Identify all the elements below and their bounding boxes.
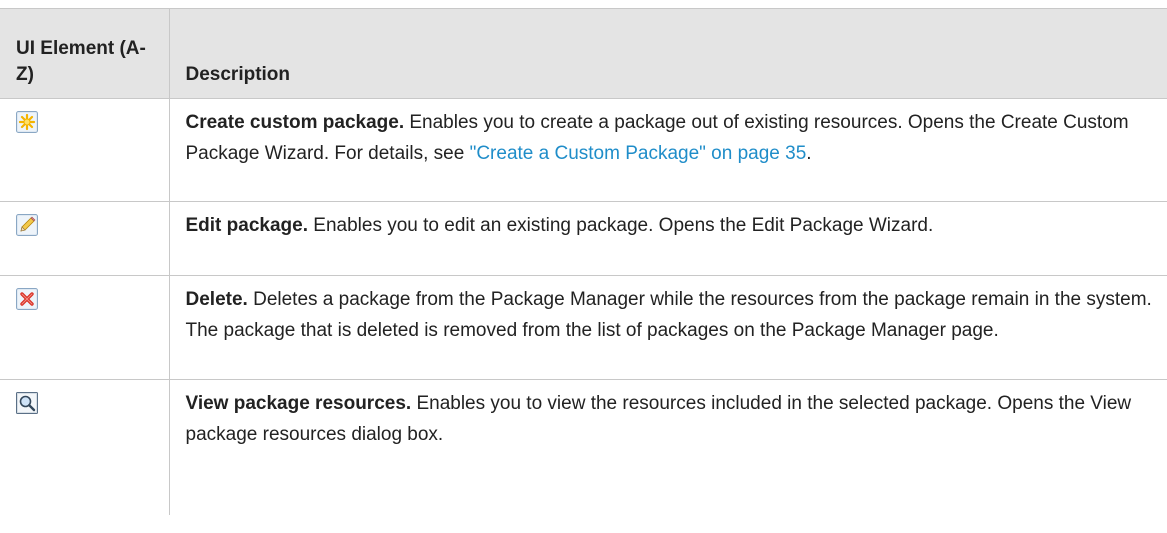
header-ui-element: UI Element (A-Z) [0,8,170,99]
header-description: Description [169,8,1167,99]
description-cell: Delete. Deletes a package from the Packa… [169,275,1167,380]
table-row: Edit package. Enables you to edit an exi… [0,201,1167,276]
element-term: Edit package. [185,215,309,236]
magnifier-view-icon [16,392,38,414]
icon-cell [0,275,170,380]
element-term: Delete. [185,289,248,310]
description-cell: Create custom package. Enables you to cr… [169,98,1167,202]
ui-elements-table: UI Element (A-Z) Description Create cust… [0,8,1167,515]
red-x-delete-icon [16,288,38,310]
description-cell: View package resources. Enables you to v… [169,379,1167,515]
pencil-edit-icon [16,214,38,236]
table-header-row: UI Element (A-Z) Description [0,8,1167,99]
table-row: View package resources. Enables you to v… [0,379,1167,515]
element-description: Enables you to edit an existing package.… [308,215,934,236]
element-term: Create custom package. [185,112,405,133]
new-star-icon [16,111,38,133]
cross-reference-link[interactable]: "Create a Custom Package" on page 35 [470,143,807,164]
icon-cell [0,379,170,515]
description-end: . [806,143,812,164]
icon-cell [0,98,170,202]
table-row: Delete. Deletes a package from the Packa… [0,275,1167,380]
description-cell: Edit package. Enables you to edit an exi… [169,201,1167,276]
element-term: View package resources. [185,393,412,414]
icon-cell [0,201,170,276]
element-description: Deletes a package from the Package Manag… [185,289,1152,341]
table-row: Create custom package. Enables you to cr… [0,98,1167,202]
